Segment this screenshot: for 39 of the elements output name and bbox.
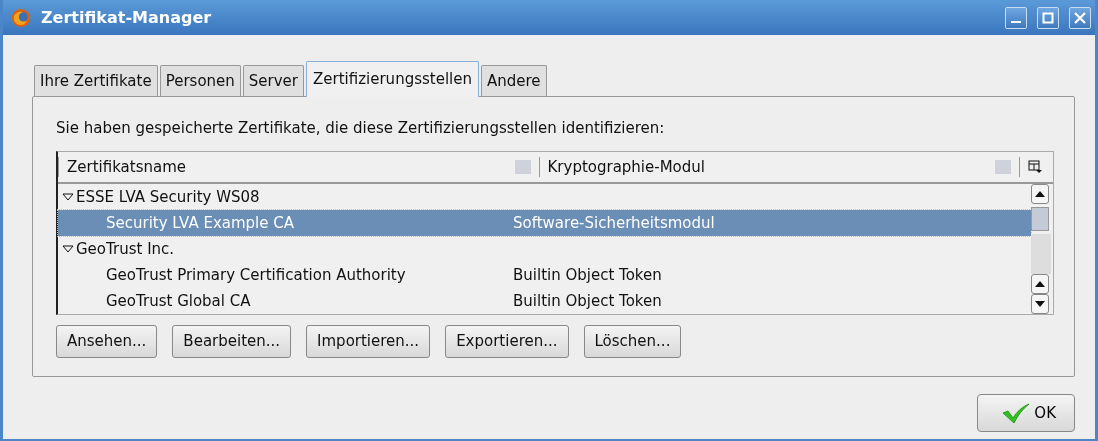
down-arrow-icon — [1035, 301, 1045, 307]
dialog-button[interactable]: Ansehen... — [56, 325, 158, 358]
browser-logo-icon — [11, 7, 31, 28]
column-header[interactable]: Zertifikatsname — [67, 155, 515, 179]
tree-row[interactable]: GeoTrust Global CA Builtin Object Token — [58, 288, 1031, 314]
tree-group-label[interactable]: GeoTrust Inc. — [76, 237, 175, 261]
dialog-button[interactable]: Löschen... — [583, 325, 682, 358]
dialog-button[interactable]: Exportieren... — [445, 325, 569, 358]
expanded-triangle-icon[interactable] — [62, 192, 74, 202]
column-header[interactable]: Kryptographie-Modul — [547, 155, 995, 179]
tab[interactable]: Zertifizierungsstellen — [306, 61, 479, 97]
tree-row[interactable]: GeoTrust Primary Certification Authority Builtin Object Token — [58, 262, 1031, 288]
column-picker-icon[interactable] — [1028, 160, 1042, 174]
tab[interactable]: Andere — [480, 65, 547, 96]
maximize-button[interactable] — [1037, 6, 1059, 29]
up-arrow-icon — [1035, 191, 1045, 197]
dialog-button[interactable]: Importieren... — [306, 325, 431, 358]
tree-group-label[interactable]: ESSE LVA Security WS08 — [76, 185, 260, 209]
expanded-triangle-icon[interactable] — [62, 244, 74, 254]
minimize-button[interactable] — [1005, 6, 1027, 29]
description-text: Sie haben gespeicherte Zertifikate, die diese Zertifizierungsstellen identifizieren: — [56, 117, 666, 139]
tab[interactable]: Ihre Zertifikate — [34, 65, 158, 96]
scroll-down-button[interactable] — [1031, 294, 1049, 314]
sort-indicator-icon — [514, 160, 531, 174]
up-arrow-icon — [1035, 281, 1045, 287]
scrollbar-thumb[interactable] — [1031, 207, 1049, 231]
window-title: Zertifikat-Manager — [41, 6, 213, 29]
minimize-icon — [1011, 21, 1021, 23]
scroll-up-button[interactable] — [1031, 274, 1049, 294]
checkmark-icon — [1002, 401, 1031, 424]
tab[interactable]: Server — [242, 65, 304, 96]
maximize-icon — [1042, 11, 1054, 24]
close-button[interactable] — [1069, 6, 1091, 29]
dialog-button[interactable]: Bearbeiten... — [172, 325, 292, 358]
close-icon — [1074, 11, 1086, 24]
scroll-up-button[interactable] — [1031, 184, 1049, 204]
ok-button[interactable]: OK — [977, 393, 1075, 432]
sort-indicator-icon — [995, 160, 1011, 174]
tab[interactable]: Personen — [159, 65, 241, 96]
